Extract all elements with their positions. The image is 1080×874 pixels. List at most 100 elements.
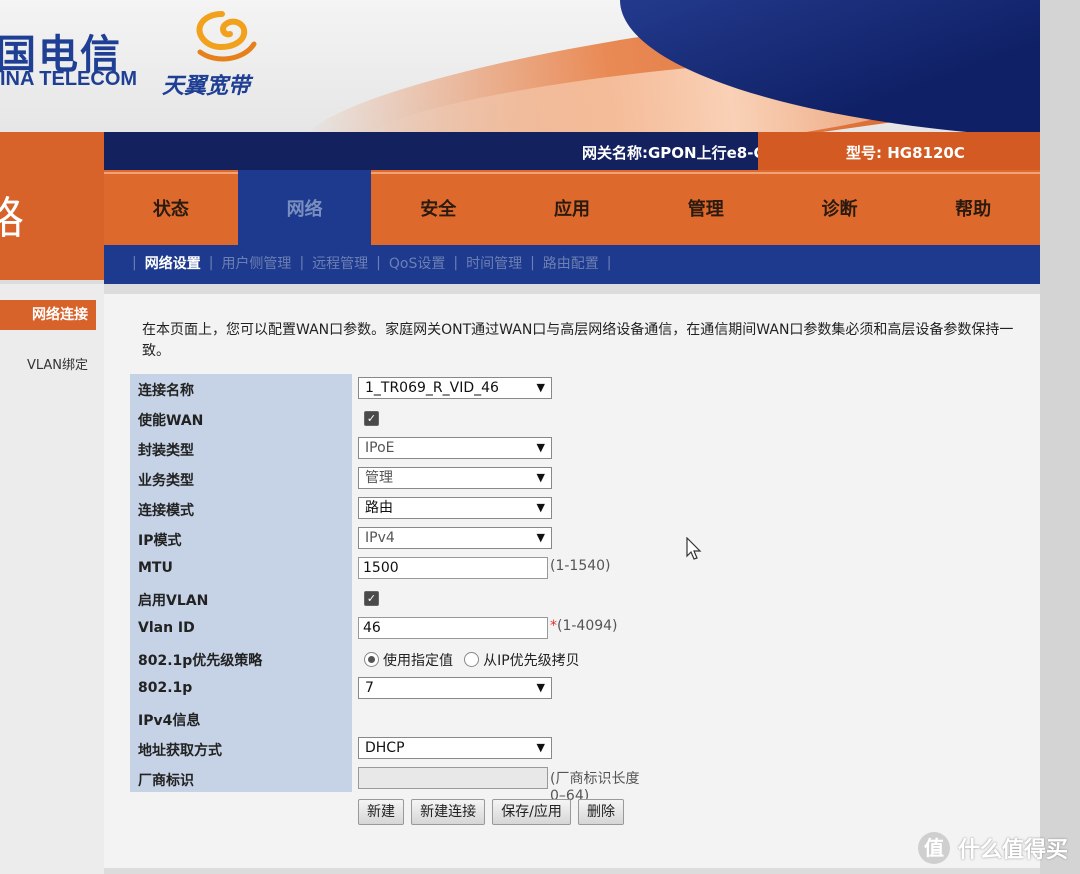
subnav-route[interactable]: 路由配置 — [543, 253, 599, 273]
delete-button[interactable]: 删除 — [578, 799, 624, 825]
gateway-name: 网关名称:GPON上行e8-C — [582, 144, 765, 162]
row-connection-mode: 连接模式 路由 ▼ — [130, 494, 650, 524]
side-menu: 网络连接 VLAN绑定 — [0, 284, 104, 874]
tab-application[interactable]: 应用 — [505, 170, 639, 245]
tab-label: 管理 — [687, 198, 724, 220]
sub-nav-separator: | — [606, 255, 612, 271]
tab-management[interactable]: 管理 — [638, 170, 773, 245]
left-title-char: 路 — [0, 193, 24, 244]
dropdown-arrow-icon: ▼ — [536, 531, 545, 544]
tab-label: 应用 — [554, 198, 591, 220]
dropdown-arrow-icon: ▼ — [536, 741, 545, 754]
sub-nav-underline — [104, 281, 1040, 284]
tab-label: 安全 — [420, 198, 457, 220]
sub-nav-separator: | — [299, 255, 305, 271]
tab-label: 网络 — [286, 198, 323, 220]
row-enable-wan: 使能WAN ✓ — [130, 404, 650, 434]
priority-copy-radio[interactable] — [464, 652, 480, 667]
service-type-label: 业务类型 — [138, 473, 194, 489]
enable-vlan-checkbox[interactable]: ✓ — [364, 591, 379, 606]
connection-name-label: 连接名称 — [138, 383, 194, 399]
subnav-network-settings[interactable]: 网络设置 — [145, 253, 201, 273]
model-label: 型号: HG8120C — [846, 144, 965, 162]
content-panel: 在本页面上，您可以配置WAN口参数。家庭网关ONT通过WAN口与高层网络设备通信… — [104, 294, 1040, 868]
button-row: 新建 新建连接 保存/应用 删除 — [358, 799, 626, 825]
brand-en-name: INA TELECOM — [0, 68, 138, 90]
tab-status[interactable]: 状态 — [104, 170, 238, 245]
tab-label: 帮助 — [955, 198, 992, 220]
sub-nav-separator: | — [453, 255, 459, 271]
address-mode-select[interactable]: DHCP ▼ — [358, 737, 552, 759]
sub-nav: | 网络设置 | 用户侧管理 | 远程管理 | QoS设置 | 时间管理 | 路… — [104, 245, 1040, 281]
connection-name-select[interactable]: 1_TR069_R_VID_46 ▼ — [358, 377, 552, 399]
side-item-wan-connection[interactable]: 网络连接 — [0, 300, 96, 330]
window-edge — [1040, 0, 1080, 874]
service-type-select[interactable]: 管理 ▼ — [358, 467, 552, 489]
ip-mode-label: IP模式 — [138, 533, 182, 549]
p8021-label: 802.1p — [138, 680, 193, 696]
row-vendor-id: 厂商标识 (厂商标识长度0–64) — [130, 764, 650, 804]
gateway-info-bar: 网关名称:GPON上行e8-C 型号: HG8120C — [104, 132, 1040, 170]
tab-label: 状态 — [152, 198, 189, 220]
main-nav: 状态 网络 安全 应用 管理 诊断 帮助 — [104, 170, 1041, 245]
watermark-logo: 值 — [917, 832, 950, 864]
page-description: 在本页面上，您可以配置WAN口参数。家庭网关ONT通过WAN口与高层网络设备通信… — [142, 322, 1014, 359]
sub-nav-separator: | — [376, 255, 381, 271]
mouse-cursor-icon — [686, 537, 702, 560]
ipv4-info-label: IPv4信息 — [138, 713, 201, 729]
mtu-hint: (1-1540) — [550, 558, 611, 574]
enable-vlan-label: 启用VLAN — [138, 593, 209, 609]
vlan-id-input[interactable]: 46 — [358, 617, 548, 639]
enable-wan-checkbox[interactable]: ✓ — [364, 411, 379, 426]
subnav-time[interactable]: 时间管理 — [466, 253, 522, 273]
model-box: 型号: HG8120C — [758, 132, 1040, 170]
p8021-select[interactable]: 7 ▼ — [358, 677, 552, 699]
row-mtu: MTU 1500 (1-1540) — [130, 554, 650, 584]
row-priority-policy: 802.1p优先级策略 使用指定值 从IP优先级拷贝 — [130, 644, 650, 674]
vlan-id-hint: *(1-4094) — [550, 618, 618, 634]
left-title-block: 路 — [0, 132, 104, 280]
ip-mode-select[interactable]: IPv4 ▼ — [358, 527, 552, 549]
row-8021p: 802.1p 7 ▼ — [130, 674, 650, 704]
tab-network[interactable]: 网络 — [237, 170, 372, 245]
subnav-qos[interactable]: QoS设置 — [389, 253, 445, 273]
dropdown-arrow-icon: ▼ — [536, 471, 545, 484]
mtu-input[interactable]: 1500 — [358, 557, 548, 579]
row-service-type: 业务类型 管理 ▼ — [130, 464, 650, 494]
sub-nav-separator: | — [208, 255, 214, 271]
new-connection-button[interactable]: 新建连接 — [411, 799, 486, 825]
row-address-mode: 地址获取方式 DHCP ▼ — [130, 734, 650, 764]
tab-diagnose[interactable]: 诊断 — [772, 170, 907, 245]
row-enable-vlan: 启用VLAN ✓ — [130, 584, 650, 614]
subnav-user-side[interactable]: 用户侧管理 — [221, 253, 291, 273]
subnav-remote[interactable]: 远程管理 — [312, 253, 368, 273]
side-item-vlan-binding[interactable]: VLAN绑定 — [0, 354, 96, 378]
tab-security[interactable]: 安全 — [371, 170, 506, 245]
dropdown-arrow-icon: ▼ — [536, 501, 545, 514]
row-vlan-id: Vlan ID 46 *(1-4094) — [130, 614, 650, 644]
watermark-text: 什么值得买 — [957, 838, 1068, 863]
vlan-id-label: Vlan ID — [138, 620, 195, 636]
priority-specified-label: 使用指定值 — [383, 652, 453, 669]
row-ipv4-info: IPv4信息 — [130, 704, 650, 734]
brand-broadband: 天翼宽带 — [162, 74, 251, 99]
required-star: * — [550, 618, 557, 634]
sub-nav-separator: | — [530, 255, 535, 271]
tab-label: 诊断 — [821, 198, 858, 220]
row-connection-name: 连接名称 1_TR069_R_VID_46 ▼ — [130, 374, 650, 404]
connection-mode-label: 连接模式 — [138, 503, 194, 519]
priority-specified-radio[interactable] — [364, 652, 379, 667]
vendor-id-label: 厂商标识 — [138, 773, 194, 789]
header-banner: 国电信 INA TELECOM 天翼宽带 — [0, 0, 1040, 132]
enable-wan-label: 使能WAN — [138, 413, 204, 429]
priority-copy-label: 从IP优先级拷贝 — [483, 652, 580, 669]
tab-help[interactable]: 帮助 — [906, 170, 1041, 245]
vendor-id-input[interactable] — [358, 767, 548, 789]
encapsulation-select[interactable]: IPoE ▼ — [358, 437, 552, 459]
connection-mode-select[interactable]: 路由 ▼ — [358, 497, 552, 519]
new-button[interactable]: 新建 — [358, 799, 404, 825]
save-apply-button[interactable]: 保存/应用 — [492, 799, 571, 825]
watermark: 值 什么值得买 — [917, 832, 1068, 864]
dropdown-arrow-icon: ▼ — [536, 381, 545, 394]
wan-form: 连接名称 1_TR069_R_VID_46 ▼ 使能WAN ✓ 封装类型 IPoE… — [130, 374, 650, 804]
